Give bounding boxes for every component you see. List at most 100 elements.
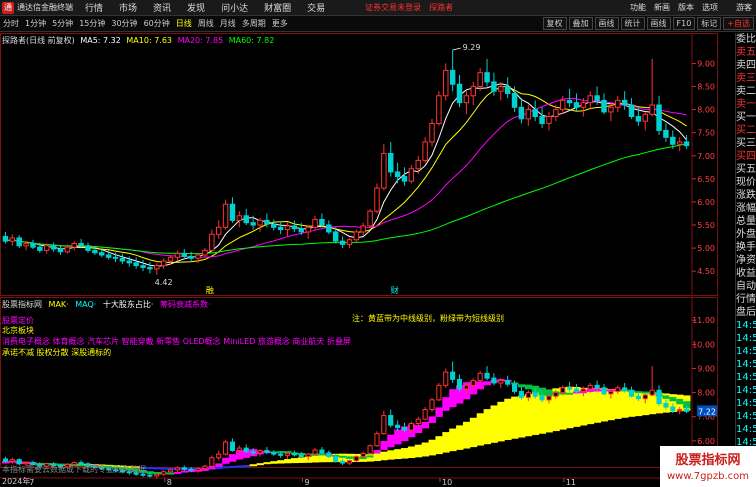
stats-button[interactable]: 统计 (620, 17, 645, 30)
candle-body (319, 218, 325, 226)
candle-body (408, 168, 415, 182)
app-title: 通达信金融终端 (17, 3, 73, 12)
price-tick-label: 7.50 (697, 129, 715, 138)
ind-candle-body (209, 457, 215, 467)
sidebar-item: 买三 (736, 138, 756, 149)
ind-candle-body (271, 451, 277, 455)
period-more[interactable]: 更多 (269, 18, 291, 29)
ind-candle-body (560, 387, 566, 394)
draw-button[interactable]: 画线 (594, 17, 619, 30)
candle-body (154, 265, 160, 270)
ind-candle-body (456, 378, 463, 390)
period-15min[interactable]: 15分钟 (76, 18, 108, 29)
price-tick-label: 5.00 (697, 244, 715, 253)
period-30min[interactable]: 30分钟 (108, 18, 140, 29)
ma20-line (5, 97, 687, 258)
ind-candle-body (546, 395, 552, 401)
f10-button[interactable]: F10 (672, 17, 696, 30)
ind-candle-body (573, 388, 580, 392)
ind-candle-body (567, 387, 573, 390)
menu-discover[interactable]: 发现 (187, 1, 205, 14)
candle-body (511, 92, 518, 108)
kline-chart[interactable]: 9.00 8.50 8.00 7.50 7.00 6.50 6.00 5.50 5.00 4.50… (0, 33, 735, 487)
mark-button[interactable]: 标记 (697, 17, 722, 30)
menu-quotes[interactable]: 行情 (85, 1, 103, 14)
candle-body (30, 242, 36, 248)
ind-candle-body (278, 453, 284, 456)
sidebar-item: 自动 (736, 281, 756, 292)
login-warning[interactable]: 证券交易未登录 (365, 2, 421, 13)
candle-body (37, 246, 43, 251)
indicator-tick-label: 10.00 (692, 340, 715, 349)
chart-area[interactable]: 9.00 8.50 8.00 7.50 7.00 6.50 6.00 5.50 5.00 4.50… (0, 33, 718, 487)
ind-candle-body (154, 473, 160, 477)
short-band-segment (421, 421, 430, 429)
sidebar-item: 14:50 (736, 411, 756, 422)
short-band-segment (435, 407, 443, 417)
ind-candle-body (174, 467, 181, 471)
long-band-segment (394, 449, 402, 460)
ind-candle-body (628, 389, 635, 397)
holder-label: 十大股东占比· (102, 300, 154, 309)
candle-body (367, 210, 373, 227)
long-band-segment (270, 461, 278, 464)
sidebar-item: 买五 (736, 164, 756, 175)
menu-version[interactable]: 版本 (678, 2, 694, 13)
draw-line-button[interactable]: 画线 (646, 17, 671, 30)
candle-body (271, 223, 277, 228)
mak-label: MAK· (48, 300, 69, 309)
period-day[interactable]: 日线 (173, 18, 195, 29)
period-tick[interactable]: 分时 (0, 18, 22, 29)
ind-candle-body (333, 456, 339, 462)
period-week[interactable]: 周线 (195, 18, 217, 29)
candle-body (676, 141, 683, 145)
long-band-segment (242, 464, 251, 467)
ma5-line (5, 83, 687, 267)
candle-body (663, 129, 669, 138)
ind-candle-body (415, 418, 421, 425)
ma10-line (5, 85, 687, 264)
candle-body (174, 253, 181, 258)
long-band-segment (621, 390, 629, 418)
ind-candle-body (264, 450, 270, 453)
candle-body (57, 248, 64, 253)
candle-body (532, 109, 538, 118)
ind-candle-body (167, 469, 174, 473)
ind-candle-body (181, 467, 187, 470)
sidebar-item: 委比 (736, 34, 756, 45)
period-1min[interactable]: 1分钟 (22, 18, 49, 29)
menu-wealth[interactable]: 财富圈 (264, 1, 291, 14)
ind-candle-body (491, 377, 497, 384)
menu-options[interactable]: 选项 (702, 2, 718, 13)
candle-body (601, 99, 607, 113)
ind-candle-body (642, 394, 648, 400)
decay-label: 筹码衰减系数· (159, 300, 211, 309)
candle-body (580, 102, 587, 108)
menu-new[interactable]: 新画 (654, 2, 670, 13)
period-multi[interactable]: 多周期 (239, 18, 269, 29)
adjust-button[interactable]: 复权 (542, 17, 567, 30)
menu-trade[interactable]: 交易 (307, 1, 325, 14)
ind-candle-body (229, 441, 236, 452)
short-band-segment (215, 463, 223, 468)
period-60min[interactable]: 60分钟 (141, 18, 173, 29)
indicator-note: 注：黄蓝带为中线级别，粉绿带为短线级别 (352, 314, 504, 323)
ind-candle-body (326, 452, 332, 458)
candle-body (2, 236, 9, 242)
menu-market[interactable]: 市场 (119, 1, 137, 14)
short-band-segment (366, 455, 375, 458)
menu-news[interactable]: 资讯 (153, 1, 171, 14)
guest-label[interactable]: 游客 (736, 2, 752, 13)
x-axis: 2024年789101112 (0, 476, 718, 487)
menu-ask[interactable]: 问小达 (221, 1, 248, 14)
candle-body (133, 262, 139, 267)
candle-body (587, 95, 593, 104)
menu-function[interactable]: 功能 (630, 2, 646, 13)
period-5min[interactable]: 5分钟 (49, 18, 76, 29)
candle-body (147, 266, 153, 270)
ind-candle-body (147, 474, 153, 477)
price-tick-label: 5.50 (697, 221, 715, 230)
overlay-button[interactable]: 叠加 (568, 17, 593, 30)
period-month[interactable]: 月线 (217, 18, 239, 29)
add-watchlist-button[interactable]: +自选 (723, 17, 754, 30)
